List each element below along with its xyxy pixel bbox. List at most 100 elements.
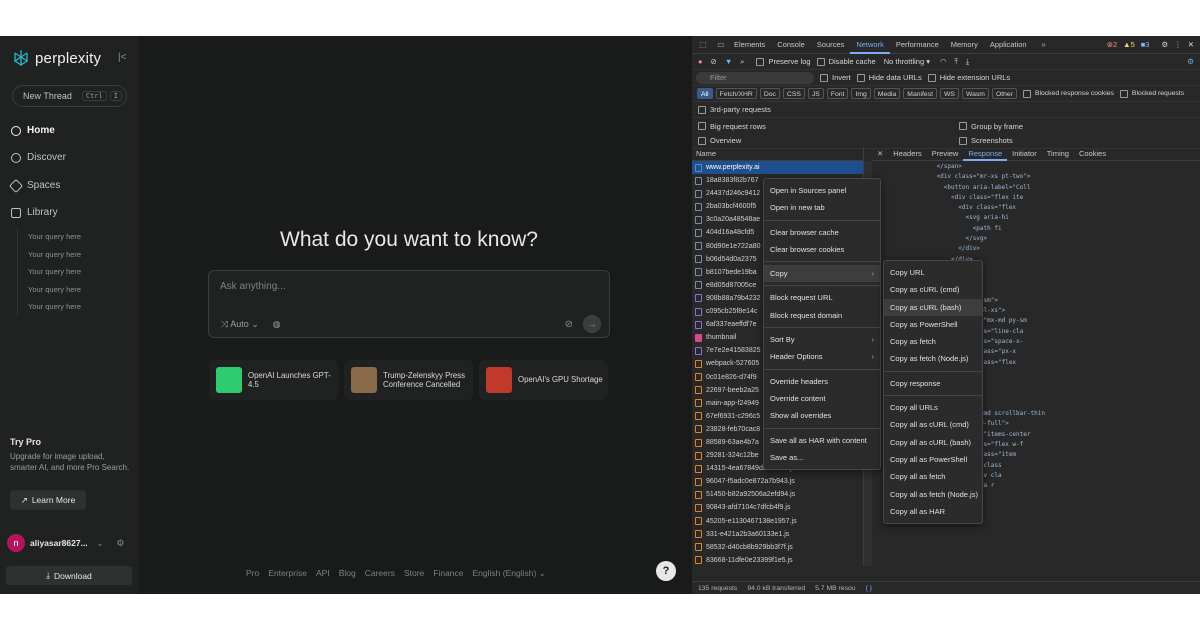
download-icon[interactable]: ⤓ [966, 57, 969, 67]
menu-item[interactable]: Copy all as cURL (bash) [884, 434, 982, 451]
menu-item[interactable]: Block request domain [764, 307, 880, 324]
menu-item[interactable]: Copy as fetch (Node.js) [884, 350, 982, 367]
overview-checkbox[interactable] [698, 136, 706, 145]
request-row[interactable]: 83668-11dfe0e23399f1e5.js [692, 554, 863, 566]
preserve-log-checkbox[interactable] [756, 57, 765, 66]
mode-selector[interactable]: ⤨ Auto ⌄ [221, 319, 259, 330]
tab-network[interactable]: Network [850, 36, 890, 54]
request-row[interactable]: www.perplexity.ai [692, 161, 863, 175]
request-row[interactable]: 58532-d40cb8b929bb3f7f.js [692, 541, 863, 554]
filter-icon[interactable]: ▼ [725, 57, 732, 66]
more-vert-icon[interactable]: ⋮ [1174, 40, 1182, 49]
request-row[interactable]: 90843-afd7104c7dfcb4f9.js [692, 501, 863, 514]
screenshots-checkbox[interactable] [959, 136, 967, 145]
download-button[interactable]: ⤓ Download [6, 566, 132, 585]
trending-card[interactable]: Trump-Zelenskyy Press Conference Cancell… [344, 360, 473, 400]
tab-headers[interactable]: Headers [888, 147, 926, 161]
trending-card[interactable]: OpenAI Launches GPT-4.5 [209, 360, 338, 400]
throttle-select[interactable]: No throttling ▾ [884, 57, 930, 66]
library-item[interactable]: Your query here [28, 281, 81, 299]
nav-home[interactable]: Home [11, 125, 55, 136]
menu-item[interactable]: Save all as HAR with content [764, 432, 880, 449]
footer-link[interactable]: Careers [365, 568, 395, 579]
wifi-icon[interactable]: ◠ [940, 57, 947, 66]
tab-cookies[interactable]: Cookies [1074, 147, 1111, 161]
library-item[interactable]: Your query here [28, 246, 81, 264]
info-count[interactable]: ■3 [1141, 40, 1150, 49]
attach-icon[interactable]: ⊘ [565, 319, 573, 330]
menu-item[interactable]: Clear browser cache [764, 224, 880, 241]
library-item[interactable]: Your query here [28, 228, 81, 246]
footer-link[interactable]: Pro [246, 568, 259, 579]
blocked-cookies-checkbox[interactable] [1022, 89, 1031, 98]
menu-item[interactable]: Copy all as fetch [884, 468, 982, 485]
tab-performance[interactable]: Performance [890, 36, 945, 54]
menu-item[interactable]: Copy › [764, 265, 880, 283]
tab-elements[interactable]: Elements [728, 36, 771, 54]
brand-logo[interactable]: perplexity [12, 49, 101, 67]
menu-item[interactable]: Save as... [764, 449, 880, 466]
request-row[interactable]: 96047-f5adc0e872a7b943.js [692, 475, 863, 488]
chip-doc[interactable]: Doc [759, 88, 780, 99]
tab-preview[interactable]: Preview [927, 147, 964, 161]
menu-item[interactable]: Clear browser cookies [764, 241, 880, 258]
request-row[interactable]: 51450-b82a92506a2efd94.js [692, 488, 863, 501]
hide-ext-urls-checkbox[interactable] [927, 73, 936, 82]
blocked-requests-checkbox[interactable] [1119, 89, 1128, 98]
tab-application[interactable]: Application [984, 36, 1033, 54]
settings-icon[interactable]: ⚙ [1187, 57, 1194, 66]
more-tabs-icon[interactable]: » [1037, 40, 1051, 49]
clear-icon[interactable]: ⊘ [711, 57, 717, 66]
chip-manifest[interactable]: Manifest [903, 88, 937, 99]
search-icon[interactable]: ⌕ [740, 57, 744, 67]
tab-timing[interactable]: Timing [1042, 147, 1074, 161]
chip-js[interactable]: JS [807, 88, 824, 99]
footer-link[interactable]: API [316, 568, 330, 579]
search-input[interactable]: Ask anything... [220, 281, 286, 292]
menu-item[interactable]: Copy all as fetch (Node.js) [884, 486, 982, 503]
help-button[interactable]: ? [656, 561, 676, 581]
learn-more-button[interactable]: ↗ Learn More [10, 490, 86, 510]
nav-spaces[interactable]: Spaces [8, 178, 60, 193]
footer-link[interactable]: Finance [433, 568, 463, 579]
chip-ws[interactable]: WS [939, 88, 959, 99]
upload-icon[interactable]: ⤒ [955, 57, 958, 67]
nav-discover[interactable]: Discover [11, 152, 66, 163]
menu-item[interactable]: Copy URL [884, 264, 982, 281]
submit-button[interactable]: → [583, 315, 601, 333]
third-party-checkbox[interactable] [698, 105, 706, 114]
globe-icon[interactable]: ◍ [273, 319, 281, 330]
inspect-icon[interactable]: ⬚ [696, 40, 710, 49]
error-count[interactable]: ⊗2 [1107, 40, 1117, 49]
pretty-print-icon[interactable]: { } [866, 585, 872, 592]
close-icon[interactable]: ✕ [1188, 40, 1194, 49]
chip-fetch[interactable]: Fetch/XHR [715, 88, 757, 99]
menu-item[interactable]: Copy as cURL (bash) [884, 298, 982, 316]
menu-item[interactable]: Copy as fetch [884, 333, 982, 350]
disable-cache-checkbox[interactable] [816, 57, 825, 66]
footer-link[interactable]: Blog [339, 568, 356, 579]
chip-img[interactable]: Img [851, 88, 871, 99]
chip-other[interactable]: Other [991, 88, 1017, 99]
menu-item[interactable]: Header Options › [764, 348, 880, 365]
language-selector[interactable]: English (English) ⌄ [473, 568, 546, 579]
menu-item[interactable]: Open in new tab [764, 199, 880, 216]
menu-item[interactable]: Copy response [884, 375, 982, 392]
tab-response[interactable]: Response [963, 147, 1008, 161]
menu-item[interactable]: Override content [764, 390, 880, 407]
chip-font[interactable]: Font [826, 88, 849, 99]
warning-count[interactable]: ▲5 [1123, 40, 1135, 49]
menu-item[interactable]: Override headers [764, 373, 880, 390]
footer-link[interactable]: Enterprise [268, 568, 307, 579]
tab-console[interactable]: Console [771, 36, 811, 54]
tab-memory[interactable]: Memory [945, 36, 984, 54]
new-thread-button[interactable]: New Thread Ctrl I [12, 85, 127, 107]
trending-card[interactable]: OpenAI's GPU Shortage [479, 360, 608, 400]
gear-icon[interactable]: ⚙ [1161, 40, 1168, 49]
request-row[interactable]: 331-e421a2b3a60133e1.js [692, 528, 863, 541]
menu-item[interactable]: Show all overrides [764, 407, 880, 424]
menu-item[interactable]: Sort By › [764, 331, 880, 348]
filter-input[interactable]: Filter [696, 71, 814, 84]
device-toolbar-icon[interactable]: ▭ [714, 40, 728, 49]
tab-sources[interactable]: Sources [811, 36, 851, 54]
